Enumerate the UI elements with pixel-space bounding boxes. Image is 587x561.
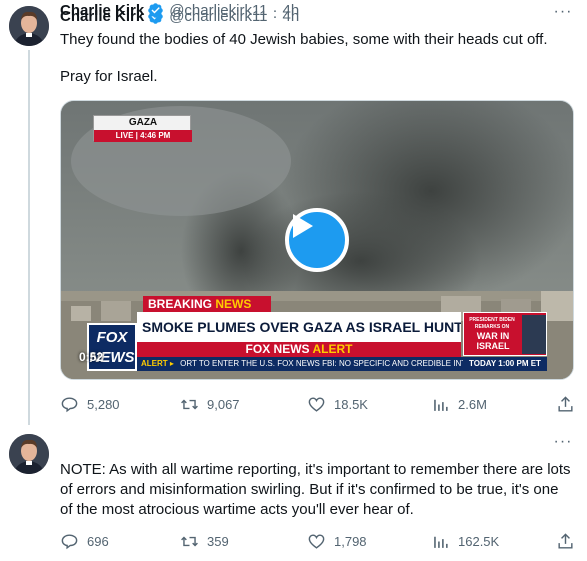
side-time: TODAY 1:00 PM ET bbox=[463, 357, 547, 371]
more-icon[interactable]: ··· bbox=[553, 434, 573, 456]
views-icon bbox=[434, 536, 448, 548]
location-tag: GAZA LIVE | 4:46 PM bbox=[93, 115, 192, 142]
video-timecode: 0:52 bbox=[79, 350, 104, 364]
verified-badge-icon bbox=[147, 2, 164, 19]
action-bar: 696 359 1,798 162.5K bbox=[60, 531, 575, 551]
reply-icon bbox=[61, 533, 78, 549]
share-icon bbox=[558, 395, 573, 412]
alert-bar: FOX NEWS ALERT bbox=[137, 342, 461, 357]
breaking-label: BREAKING bbox=[148, 297, 213, 311]
tweet[interactable]: Charlie Kirk @charliekirk11 · 4h ··· The… bbox=[0, 0, 587, 425]
retweet-icon bbox=[181, 399, 198, 409]
thread-line bbox=[28, 50, 30, 425]
reply-count: 696 bbox=[87, 533, 109, 549]
reply-button[interactable]: 5,280 bbox=[60, 394, 120, 414]
side-title: WAR IN ISRAEL bbox=[476, 331, 510, 351]
breaking-news-label: NEWS bbox=[215, 297, 252, 311]
action-bar: 5,280 9,067 18.5K 2.6M bbox=[60, 394, 575, 414]
location-name: GAZA bbox=[128, 117, 158, 128]
retweet-button[interactable]: 9,067 bbox=[180, 394, 240, 414]
timestamp[interactable]: 4h bbox=[283, 2, 300, 19]
share-button[interactable] bbox=[556, 531, 575, 551]
author-handle[interactable]: @charliekirk11 bbox=[169, 2, 267, 19]
alert-brand: FOX NEWS bbox=[245, 342, 310, 356]
ticker-text: ORT TO ENTER THE U.S. FOX NEWS FBI: NO S… bbox=[180, 359, 495, 368]
retweet-icon bbox=[181, 536, 198, 546]
like-count: 1,798 bbox=[334, 533, 367, 549]
tweet-text: NOTE: As with all wartime reporting, it'… bbox=[60, 461, 571, 518]
tweet-text-line2: Pray for Israel. bbox=[60, 68, 158, 85]
reply-count: 5,280 bbox=[87, 396, 120, 412]
side-label: PRESIDENT BIDEN REMARKS ON bbox=[469, 317, 515, 330]
portrait-thumbnail bbox=[522, 315, 546, 354]
reply-button[interactable]: 696 bbox=[60, 531, 109, 551]
views-icon bbox=[434, 399, 448, 411]
ticker-alert: ALERT ▸ bbox=[141, 359, 174, 368]
side-panel: PRESIDENT BIDEN REMARKS ON WAR IN ISRAEL bbox=[463, 312, 547, 356]
share-button[interactable] bbox=[556, 394, 575, 414]
like-button[interactable]: 1,798 bbox=[307, 531, 367, 551]
play-button[interactable] bbox=[285, 208, 349, 272]
like-icon bbox=[308, 533, 325, 549]
retweet-count: 9,067 bbox=[207, 396, 240, 412]
chyron-headline: SMOKE PLUMES OVER GAZA AS ISRAEL HUNTS T… bbox=[137, 312, 461, 342]
like-count: 18.5K bbox=[334, 396, 368, 412]
tweet-text: They found the bodies of 40 Jewish babie… bbox=[60, 31, 548, 48]
like-icon bbox=[308, 396, 325, 412]
share-icon bbox=[558, 532, 573, 549]
avatar[interactable] bbox=[9, 6, 49, 46]
views-count: 2.6M bbox=[458, 396, 487, 412]
views-count: 162.5K bbox=[458, 533, 500, 549]
video-player[interactable]: GAZA LIVE | 4:46 PM BREAKING NEWS SMOKE … bbox=[60, 100, 574, 380]
tweet-header: Charlie Kirk @charliekirk11 · 4h bbox=[60, 0, 299, 20]
reply-icon bbox=[61, 396, 78, 412]
alert-word: ALERT bbox=[312, 342, 353, 356]
logo-text-fox: FOX bbox=[96, 329, 128, 346]
views-button[interactable]: 2.6M bbox=[431, 394, 487, 414]
live-label: LIVE | 4:46 PM bbox=[94, 130, 192, 142]
retweet-button[interactable]: 359 bbox=[180, 531, 229, 551]
author-name[interactable]: Charlie Kirk bbox=[60, 2, 144, 19]
views-button[interactable]: 162.5K bbox=[431, 531, 499, 551]
separator-dot: · bbox=[272, 1, 278, 19]
breaking-banner: BREAKING NEWS bbox=[143, 296, 271, 312]
play-icon bbox=[293, 214, 313, 238]
like-button[interactable]: 18.5K bbox=[307, 394, 368, 414]
avatar[interactable] bbox=[9, 434, 49, 474]
more-icon[interactable]: ··· bbox=[553, 4, 573, 26]
retweet-count: 359 bbox=[207, 533, 229, 549]
